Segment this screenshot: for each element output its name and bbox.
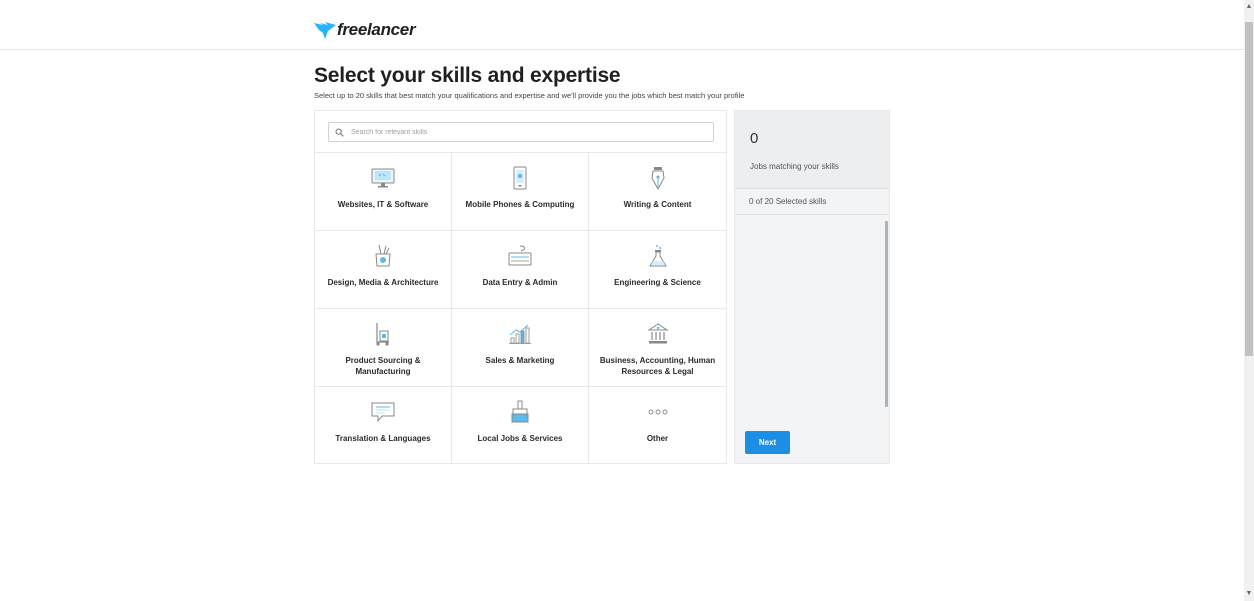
logo-text: freelancer xyxy=(337,20,416,39)
category-business-accounting-hr-legal[interactable]: Business, Accounting, Human Resources & … xyxy=(589,308,726,386)
category-label: Data Entry & Admin xyxy=(482,278,558,287)
category-translation-languages[interactable]: Translation & Languages xyxy=(315,386,452,464)
category-label: Sales & Marketing xyxy=(485,356,555,365)
scroll-thumb[interactable] xyxy=(1245,22,1253,356)
skills-panel: Websites, IT & Software Mobile Phones & … xyxy=(314,110,727,464)
category-local-jobs-services[interactable]: Local Jobs & Services xyxy=(452,386,589,464)
design-tools-icon xyxy=(373,243,393,269)
category-label: Product Sourcing & Manufacturing xyxy=(345,356,421,376)
hand-truck-icon xyxy=(374,321,392,347)
selected-skills-row: 0 of 20 Selected skills xyxy=(735,188,889,215)
job-count: 0 xyxy=(750,130,759,147)
monitor-icon xyxy=(370,165,396,191)
mobile-phone-icon xyxy=(512,165,528,191)
sidebar-scrollbar[interactable] xyxy=(885,221,888,407)
more-dots-icon xyxy=(647,399,669,425)
page-subtitle: Select up to 20 skills that best match y… xyxy=(314,91,745,100)
search-input[interactable] xyxy=(351,128,691,136)
category-websites-it-software[interactable]: Websites, IT & Software xyxy=(315,152,452,230)
search-icon xyxy=(335,127,345,137)
category-label: Mobile Phones & Computing xyxy=(465,200,575,209)
pen-nib-icon xyxy=(649,165,667,191)
category-label: Engineering & Science xyxy=(614,278,701,287)
category-product-sourcing-manufacturing[interactable]: Product Sourcing & Manufacturing xyxy=(315,308,452,386)
category-label: Websites, IT & Software xyxy=(337,200,429,209)
jobs-matching-label: Jobs matching your skills xyxy=(750,162,839,171)
category-sales-marketing[interactable]: Sales & Marketing xyxy=(452,308,589,386)
category-writing-content[interactable]: Writing & Content xyxy=(589,152,726,230)
bank-icon xyxy=(646,321,669,347)
category-engineering-science[interactable]: Engineering & Science xyxy=(589,230,726,308)
category-label: Business, Accounting, Human Resources & … xyxy=(599,356,716,376)
scroll-down-arrow-icon[interactable]: ▼ xyxy=(1244,587,1254,601)
category-other[interactable]: Other xyxy=(589,386,726,464)
category-grid: Websites, IT & Software Mobile Phones & … xyxy=(315,152,726,464)
category-label: Design, Media & Architecture xyxy=(327,278,439,287)
next-button[interactable]: Next xyxy=(745,431,790,454)
growth-chart-icon xyxy=(508,321,532,347)
search-box[interactable] xyxy=(328,122,714,142)
selection-sidebar: 0 Jobs matching your skills 0 of 20 Sele… xyxy=(734,110,890,464)
keyboard-icon xyxy=(507,243,533,269)
page-title: Select your skills and expertise xyxy=(314,64,621,87)
category-design-media-architecture[interactable]: Design, Media & Architecture xyxy=(315,230,452,308)
category-data-entry-admin[interactable]: Data Entry & Admin xyxy=(452,230,589,308)
paint-brush-icon xyxy=(509,399,531,425)
bird-logo-icon xyxy=(314,21,336,39)
scroll-up-arrow-icon[interactable]: ▲ xyxy=(1244,0,1254,14)
category-label: Local Jobs & Services xyxy=(477,434,563,443)
page-scrollbar[interactable]: ▲ ▼ xyxy=(1244,0,1254,601)
flask-icon xyxy=(648,243,668,269)
category-label: Other xyxy=(646,434,669,443)
category-label: Translation & Languages xyxy=(335,434,431,443)
freelancer-logo[interactable]: freelancer xyxy=(314,20,416,40)
category-mobile-phones-computing[interactable]: Mobile Phones & Computing xyxy=(452,152,589,230)
top-navigation-bar: freelancer xyxy=(0,0,1244,50)
selected-skills-count: 0 of 20 Selected skills xyxy=(749,197,827,206)
jobs-summary: 0 Jobs matching your skills xyxy=(735,111,889,188)
speech-bubble-icon xyxy=(370,399,396,425)
category-label: Writing & Content xyxy=(623,200,692,209)
